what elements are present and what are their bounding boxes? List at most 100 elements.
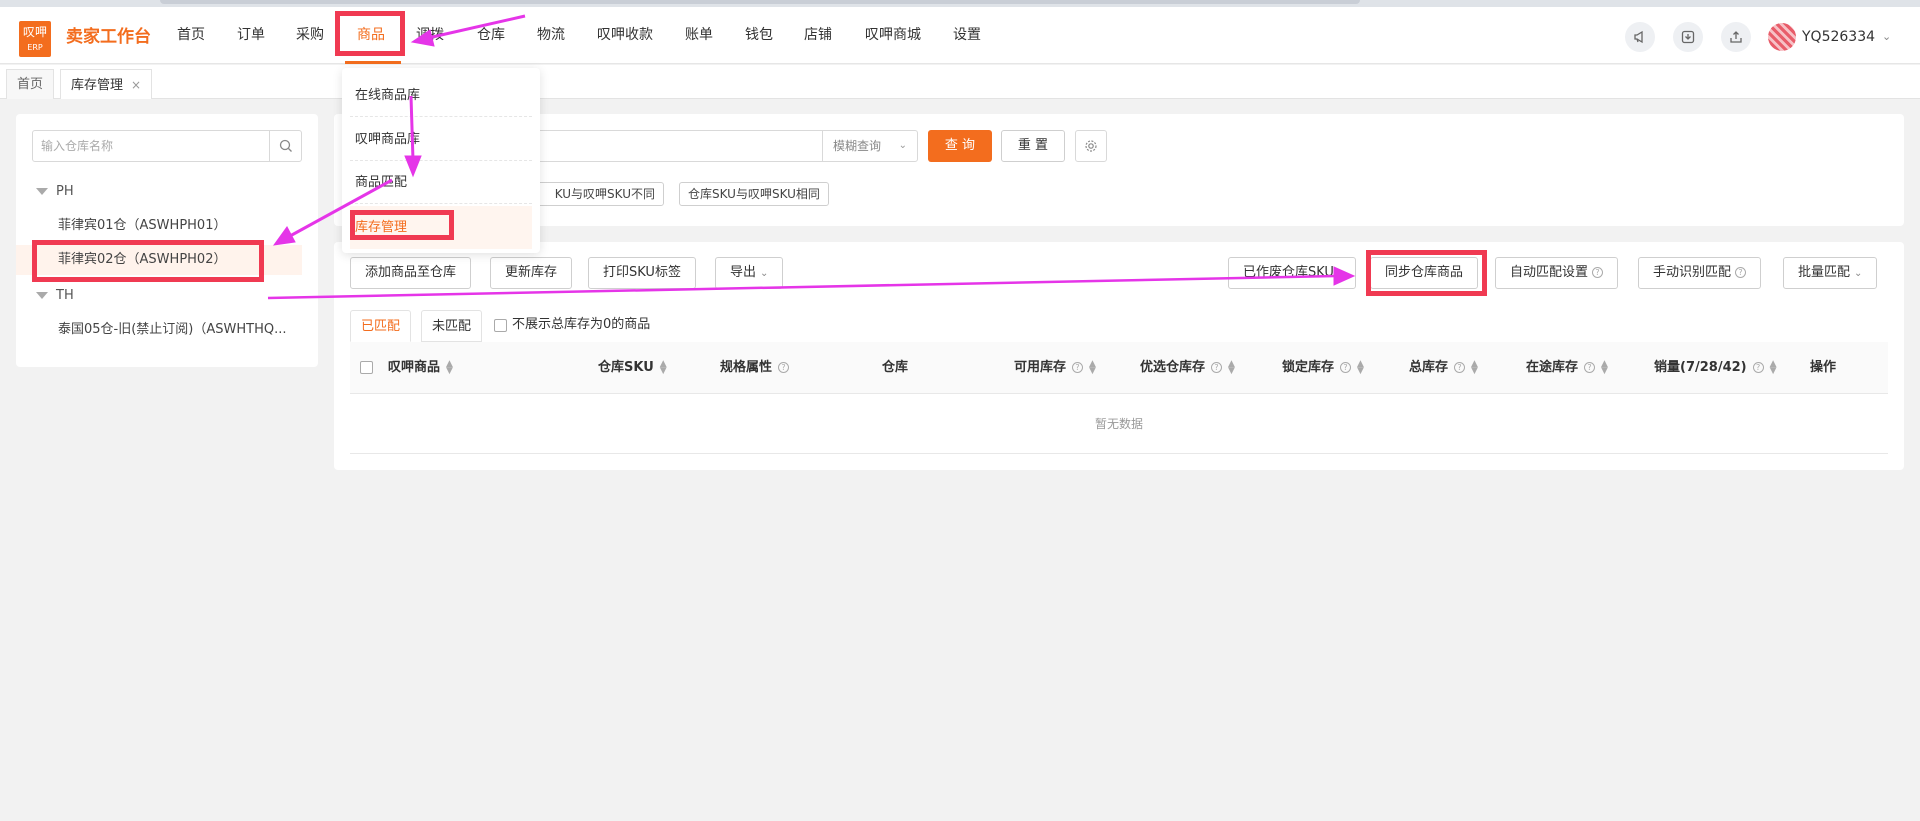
help-icon: ? [1592,267,1604,278]
tab-matched[interactable]: 已匹配 [350,310,412,342]
nav-shops[interactable]: 店铺 [804,7,832,64]
chip-label: KU与叹呷SKU不同 [554,187,655,201]
tree-item-ph01[interactable]: 菲律宾01仓（ASWHPH01） [16,211,302,241]
col-sales[interactable]: 销量(7/28/42)? ▲ ▼ [1654,342,1777,394]
nav-purchase[interactable]: 采购 [296,7,324,64]
export-label: 导出 [730,265,757,280]
col-warehouse: 仓库 [882,342,908,394]
chevron-down-icon: ⌄ [1854,268,1863,279]
menu-item-platform-products[interactable]: 叹呷商品库 [350,118,532,161]
chip-sku-same[interactable]: 仓库SKU与叹呷SKU相同 [679,182,829,206]
chevron-down-icon: ⌄ [760,268,769,279]
help-icon: ? [778,362,790,373]
export-button[interactable]: 导出 ⌄ [715,257,784,289]
search-button[interactable] [269,131,301,161]
chip-sku-different[interactable]: KU与叹呷SKU不同 [534,182,664,206]
caret-down-icon [36,188,48,195]
reset-button[interactable]: 重 置 [1001,130,1065,162]
help-icon: ? [1072,362,1084,373]
browser-top-strip [0,0,1920,7]
col-label: 仓库 [882,360,909,375]
update-stock-button[interactable]: 更新库存 [490,257,573,289]
avatar[interactable] [1768,23,1796,51]
tab-home-label: 首页 [17,77,44,92]
col-preferred-stock[interactable]: 优选仓库存? ▲ ▼ [1140,342,1235,394]
app-logo[interactable]: 叹呷 ERP [19,21,51,57]
tab-inventory-label: 库存管理 [71,78,124,93]
close-icon[interactable]: × [131,78,141,92]
help-icon: ? [1340,362,1352,373]
tree-item-th05[interactable]: 泰国05仓-旧(禁止订阅)（ASWHTHQ... [16,315,302,345]
menu-item-online-products[interactable]: 在线商品库 [350,74,532,117]
menu-item-product-matching[interactable]: 商品匹配 [350,161,532,204]
batch-match-button[interactable]: 批量匹配 ⌄ [1783,257,1878,289]
tab-unmatched[interactable]: 未匹配 [421,310,483,342]
help-icon: ? [1584,362,1596,373]
hide-zero-label: 不展示总库存为0的商品 [512,317,651,332]
sort-icon: ▲ ▼ [659,358,667,376]
tree-item-ph02[interactable]: 菲律宾02仓（ASWHPH02） [16,245,302,275]
nav-mall[interactable]: 叹呷商城 [865,7,921,64]
products-dropdown-menu: 在线商品库 叹呷商品库 商品匹配 库存管理 [342,68,540,253]
share-icon[interactable] [1721,22,1751,52]
match-mode-select[interactable]: 模糊查询 ⌄ [822,130,918,162]
nav-payments[interactable]: 叹呷收款 [597,7,653,64]
help-icon: ? [1211,362,1223,373]
search-icon [279,139,292,152]
col-available-stock[interactable]: 可用库存? ▲ ▼ [1014,342,1096,394]
auto-match-settings-button[interactable]: 自动匹配设置? [1495,257,1619,289]
col-label: 操作 [1810,360,1837,375]
nav-products[interactable]: 商品 [357,7,385,64]
help-icon: ? [1454,362,1466,373]
chevron-down-icon[interactable]: ⌄ [1882,23,1891,51]
nav-settings[interactable]: 设置 [953,7,981,64]
nav-home[interactable]: 首页 [177,7,205,64]
col-locked-stock[interactable]: 锁定库存? ▲ ▼ [1282,342,1364,394]
col-label: 可用库存 [1014,360,1067,375]
sort-icon: ▲ ▼ [1601,358,1608,376]
nav-transfer[interactable]: 调拨 [416,7,444,64]
manual-match-button[interactable]: 手动识别匹配? [1638,257,1762,289]
nav-warehouse[interactable]: 仓库 [477,7,505,64]
col-total-stock[interactable]: 总库存? ▲ ▼ [1409,342,1478,394]
sort-icon: ▲ ▼ [1471,358,1478,376]
col-label: 仓库SKU [598,360,654,375]
col-in-transit-stock[interactable]: 在途库存? ▲ ▼ [1526,342,1608,394]
megaphone-icon[interactable] [1625,22,1655,52]
settings-button[interactable] [1075,130,1107,162]
print-sku-label-button[interactable]: 打印SKU标签 [588,257,696,289]
download-icon[interactable] [1673,22,1703,52]
tab-home[interactable]: 首页 [6,69,55,99]
add-to-warehouse-button[interactable]: 添加商品至仓库 [350,257,472,289]
brand-title: 卖家工作台 [66,27,151,47]
username[interactable]: YQ526334 [1802,23,1875,51]
col-actions: 操作 [1810,342,1836,394]
query-button[interactable]: 查 询 [928,130,992,162]
nav-logistics[interactable]: 物流 [537,7,565,64]
inventory-table-panel: 添加商品至仓库 更新库存 打印SKU标签 导出 ⌄ 已作废仓库SKU 同步仓库商品… [334,242,1904,470]
chevron-down-icon: ⌄ [898,140,907,151]
warehouse-search-input[interactable] [33,131,271,161]
col-label: 总库存 [1409,360,1449,375]
col-label: 销量(7/28/42) [1654,360,1747,375]
select-all-checkbox[interactable] [360,361,373,374]
col-label: 优选仓库存 [1140,360,1206,375]
menu-item-inventory-management[interactable]: 库存管理 [350,206,532,249]
auto-match-label: 自动匹配设置 [1510,265,1589,280]
help-icon: ? [1752,362,1764,373]
nav-orders[interactable]: 订单 [237,7,265,64]
sync-warehouse-products-button[interactable]: 同步仓库商品 [1370,257,1479,289]
col-product[interactable]: 叹呷商品 ▲ ▼ [388,342,453,394]
nav-wallet[interactable]: 钱包 [745,7,773,64]
help-icon: ? [1735,267,1747,278]
void-sku-button[interactable]: 已作废仓库SKU [1228,257,1356,289]
nav-bills[interactable]: 账单 [685,7,713,64]
filter-panel: 模糊查询 ⌄ 查 询 重 置 KU与叹呷SKU不同 仓库SKU与叹呷SKU相同 [334,114,1904,226]
tree-group-ph[interactable]: PH [36,184,74,199]
tree-group-th[interactable]: TH [36,288,74,303]
hide-zero-checkbox[interactable] [494,319,507,332]
manual-match-label: 手动识别匹配 [1653,265,1732,280]
col-warehouse-sku[interactable]: 仓库SKU ▲ ▼ [598,342,667,394]
tab-inventory[interactable]: 库存管理 × [60,69,153,99]
search-input[interactable] [530,130,826,162]
